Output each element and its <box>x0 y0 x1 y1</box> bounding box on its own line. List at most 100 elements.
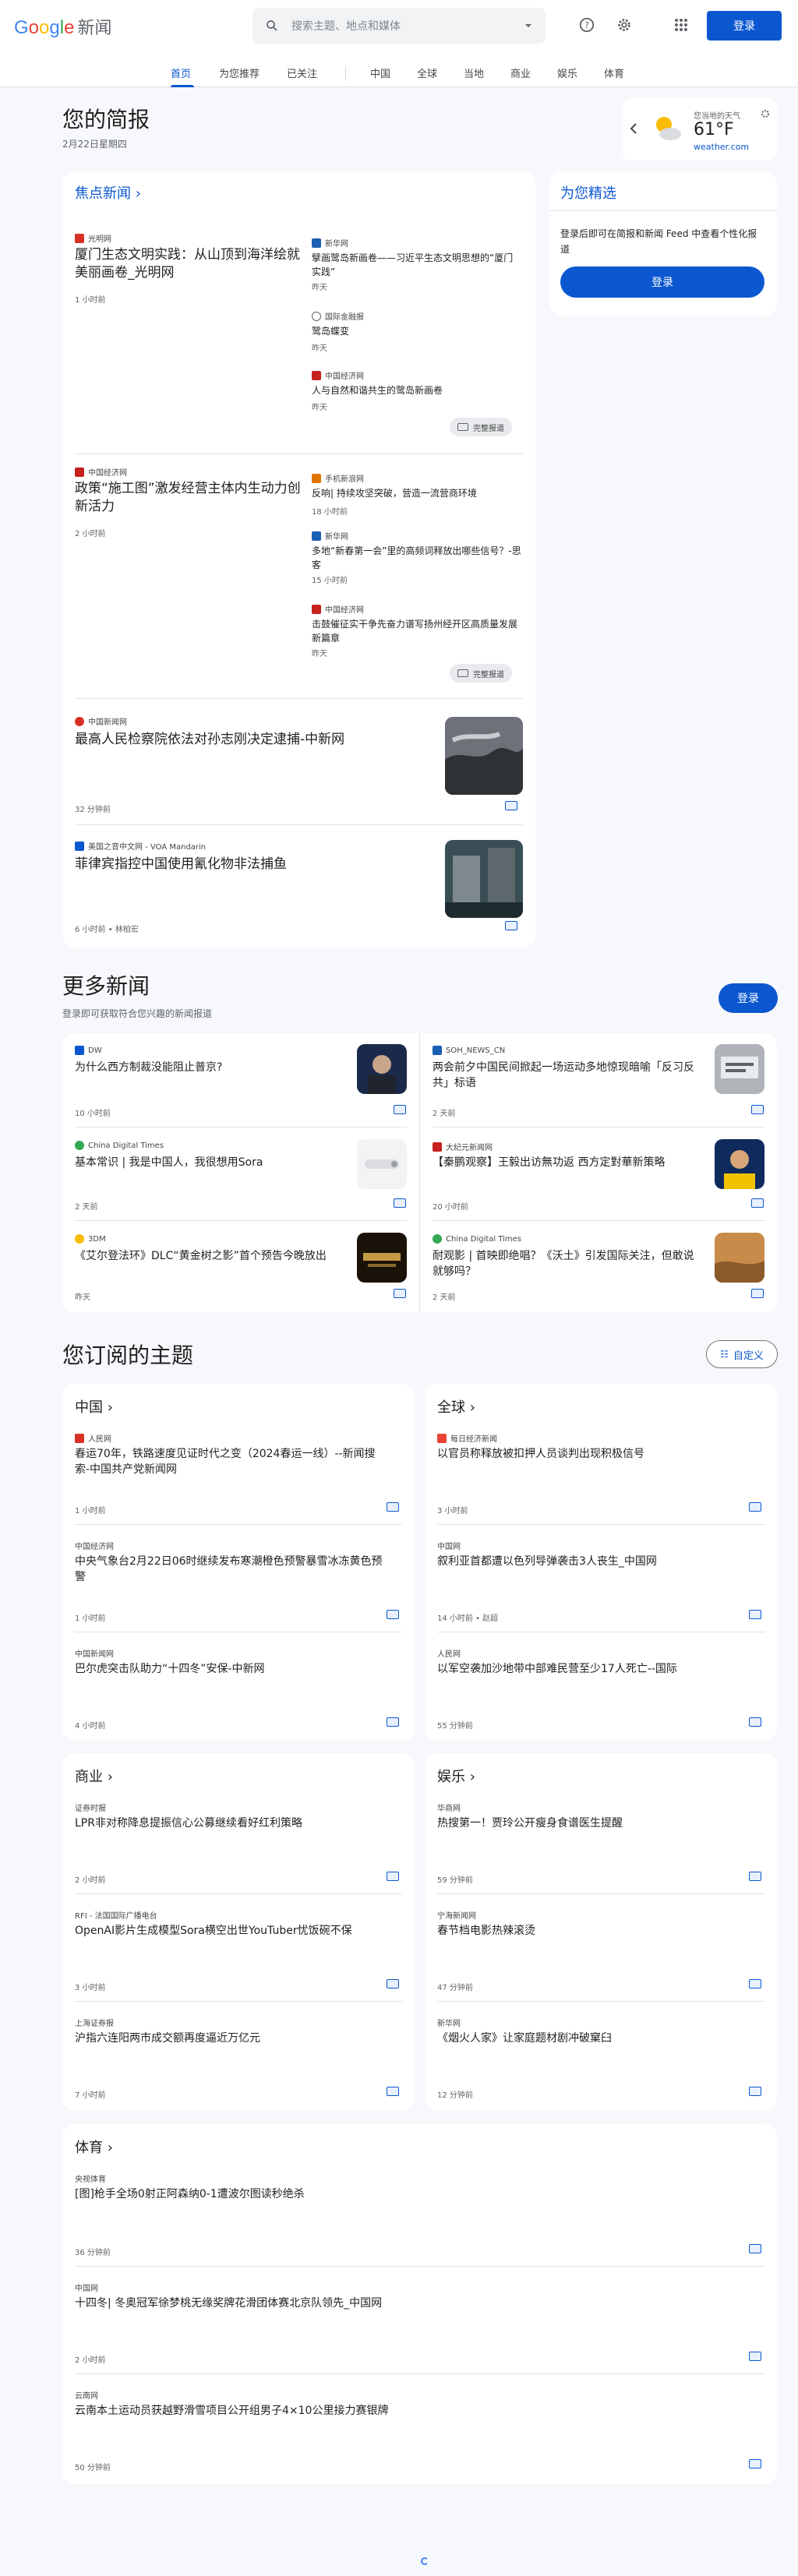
more1-thumbnail[interactable] <box>357 1044 407 1094</box>
top-stories-title[interactable]: 焦点新闻 › <box>75 182 141 203</box>
more4-thumbnail[interactable] <box>715 1139 764 1189</box>
topic-title-sports[interactable]: 体育 › <box>75 2137 113 2157</box>
more2-coverage-icon[interactable] <box>751 1105 764 1114</box>
more2-headline[interactable]: 两会前夕中国民间掀起一场运动多地惊现暗喻「反习反共」标语 <box>433 1060 697 1091</box>
topic-title-world[interactable]: 全球 › <box>437 1396 475 1417</box>
topic-item-headline[interactable]: 巴尔虎突击队助力“十四冬”安保-中新网 <box>75 1661 387 1677</box>
coverage-icon[interactable] <box>387 1872 399 1881</box>
more-news-signin-button[interactable]: 登录 <box>719 983 778 1013</box>
coverage-icon[interactable] <box>749 1502 761 1512</box>
story4-coverage-icon[interactable] <box>505 921 517 930</box>
coverage-icon[interactable] <box>749 2459 761 2468</box>
story2-rel3-headline[interactable]: 击鼓催征实干争先奋力谱写扬州经开区高质量发展新篇章 <box>312 617 522 645</box>
apps-icon[interactable] <box>670 14 692 36</box>
more5-headline[interactable]: 《艾尔登法环》DLC“黄金树之影”首个预告今晚放出 <box>75 1248 340 1264</box>
tab-following[interactable]: 已关注 <box>287 65 317 80</box>
topic-title-china[interactable]: 中国 › <box>75 1396 113 1417</box>
story1-full-coverage-button[interactable]: 完整报道 <box>450 418 512 436</box>
story2-headline[interactable]: 政策“施工图”激发经营主体内生动力创新活力 <box>75 480 301 516</box>
more5-coverage-icon[interactable] <box>394 1289 406 1298</box>
more1-headline[interactable]: 为什么西方制裁没能阻止普京? <box>75 1060 332 1075</box>
chevron-left-icon[interactable] <box>630 123 637 134</box>
story1-rel3-headline[interactable]: 人与自然和谐共生的鹭岛新画卷 <box>312 383 522 397</box>
topic-item-headline[interactable]: [图]枪手全场0射正阿森纳0-1遭波尔图读秒绝杀 <box>75 2186 745 2202</box>
publisher-logo-icon <box>312 311 321 321</box>
story4-headline[interactable]: 菲律宾指控中国使用氰化物非法捕鱼 <box>75 856 433 873</box>
signin-button[interactable]: 登录 <box>707 11 782 41</box>
tab-local[interactable]: 当地 <box>464 65 484 80</box>
topic-item-headline[interactable]: 云南本土运动员获越野滑雪项目公开组男子4×10公里接力赛银牌 <box>75 2403 745 2419</box>
chevron-down-icon[interactable] <box>524 21 533 30</box>
story3-headline[interactable]: 最高人民检察院依法对孙志刚决定逮捕-中新网 <box>75 731 433 749</box>
topic-item-headline[interactable]: 叙利亚首都遭以色列导弹袭击3人丧生_中国网 <box>437 1554 749 1569</box>
topic-item-headline[interactable]: 热搜第一！贾玲公开瘦身食谱医生提醒 <box>437 1816 749 1831</box>
story2-rel1-headline[interactable]: 反响| 持续攻坚突破，营造一流营商环境 <box>312 486 522 500</box>
coverage-icon[interactable] <box>387 1610 399 1619</box>
coverage-icon[interactable] <box>749 1872 761 1881</box>
more6-headline[interactable]: 耐观影 | 首映即绝唱？《沃土》引发国际关注，但敢说就够吗？ <box>433 1248 697 1279</box>
story1-rel1-headline[interactable]: 擘画鹭岛新画卷——习近平生态文明思想的“厦门实践” <box>312 251 522 279</box>
more2-thumbnail[interactable] <box>715 1044 764 1094</box>
topic-item-headline[interactable]: 春节档电影热辣滚烫 <box>437 1923 749 1939</box>
weather-widget[interactable]: 您当地的天气 61°F weather.com <box>622 98 777 161</box>
coverage-icon[interactable] <box>387 2087 399 2096</box>
tab-china[interactable]: 中国 <box>370 65 390 80</box>
divider <box>437 1893 764 1894</box>
more3-headline[interactable]: 基本常识 | 我是中国人，我很想用Sora <box>75 1155 332 1170</box>
more4-coverage-icon[interactable] <box>751 1198 764 1208</box>
story3-thumbnail[interactable] <box>445 717 523 795</box>
more1-coverage-icon[interactable] <box>394 1105 406 1114</box>
story1-rel2-headline[interactable]: 鹭岛蝶变 <box>312 324 522 338</box>
settings-icon[interactable] <box>613 14 635 36</box>
coverage-icon[interactable] <box>387 1502 399 1512</box>
tab-entertainment[interactable]: 娱乐 <box>557 65 577 80</box>
coverage-icon[interactable] <box>749 2087 761 2096</box>
topic-item-source: 人民网 <box>75 1432 111 1444</box>
more5-thumbnail[interactable] <box>357 1233 407 1283</box>
tab-home[interactable]: 首页 <box>171 65 191 80</box>
tab-business[interactable]: 商业 <box>510 65 531 80</box>
tab-for-you[interactable]: 为您推荐 <box>219 65 260 80</box>
topic-item-headline[interactable]: 中央气象台2月22日06时继续发布寒潮橙色预警暴雪冰冻黄色预警 <box>75 1554 387 1585</box>
story3-coverage-icon[interactable] <box>505 801 517 810</box>
topic-item-headline[interactable]: OpenAI影片生成模型Sora横空出世YouTuber忧饭碗不保 <box>75 1923 387 1939</box>
story2-rel2-headline[interactable]: 多地“新春第一会”里的高频词释放出哪些信号？-思客 <box>312 544 522 572</box>
tab-world[interactable]: 全球 <box>417 65 437 80</box>
story1-headline[interactable]: 厦门生态文明实践：从山顶到海洋绘就美丽画卷_光明网 <box>75 246 301 282</box>
topic-item-headline[interactable]: 沪指六连阳两市成交额再度逼近万亿元 <box>75 2031 387 2046</box>
topic-item-headline[interactable]: 以官员称释放被扣押人员谈判出现积极信号 <box>437 1446 749 1462</box>
story2-full-coverage-button[interactable]: 完整报道 <box>450 664 512 683</box>
more3-thumbnail[interactable] <box>357 1139 407 1189</box>
topic-title-entertainment[interactable]: 娱乐 › <box>437 1766 475 1786</box>
chevron-right-icon: › <box>107 1769 113 1785</box>
more6-coverage-icon[interactable] <box>751 1289 764 1298</box>
coverage-icon[interactable] <box>749 1979 761 1988</box>
search-placeholder: 搜索主题、地点和媒体 <box>291 20 401 33</box>
topic-title-business[interactable]: 商业 › <box>75 1766 113 1786</box>
search-input[interactable]: 搜索主题、地点和媒体 <box>252 8 546 44</box>
topic-item-headline[interactable]: 十四冬| 冬奥冠军徐梦桃无缘奖牌花滑团体赛北京队领先_中国网 <box>75 2295 745 2311</box>
weather-source-link[interactable]: weather.com <box>694 142 749 152</box>
coverage-icon[interactable] <box>749 2352 761 2361</box>
coverage-icon[interactable] <box>749 1717 761 1727</box>
tab-sports[interactable]: 体育 <box>604 65 624 80</box>
google-news-logo[interactable]: Google 新闻 <box>14 14 111 39</box>
more3-coverage-icon[interactable] <box>394 1198 406 1208</box>
story1-time: 1 小时前 <box>75 296 106 305</box>
coverage-icon[interactable] <box>749 2244 761 2253</box>
topic-item-headline[interactable]: 《烟火人家》让家庭题材剧冲破窠臼 <box>437 2031 749 2046</box>
picks-signin-button[interactable]: 登录 <box>560 266 764 298</box>
topic-item-headline[interactable]: 以军空袭加沙地带中部难民营至少17人死亡--国际 <box>437 1661 749 1677</box>
weather-settings-icon[interactable] <box>761 109 770 118</box>
topic-item-headline[interactable]: LPR非对称降息提振信心公募继续看好红利策略 <box>75 1816 387 1831</box>
coverage-icon[interactable] <box>387 1979 399 1988</box>
story4-thumbnail[interactable] <box>445 840 523 918</box>
story3-time: 32 分钟前 <box>75 806 111 814</box>
coverage-icon[interactable] <box>749 1610 761 1619</box>
customize-button[interactable]: ☷ 自定义 <box>706 1340 778 1368</box>
coverage-icon[interactable] <box>387 1717 399 1727</box>
help-icon[interactable]: ? <box>576 14 598 36</box>
topic-item-headline[interactable]: 春运70年，铁路速度见证时代之变（2024春运一线）--新闻搜索-中国共产党新闻… <box>75 1446 387 1477</box>
more6-thumbnail[interactable] <box>715 1233 764 1283</box>
more4-headline[interactable]: 【秦鹏观察】王毅出访無功返 西方定對華新策略 <box>433 1155 697 1170</box>
